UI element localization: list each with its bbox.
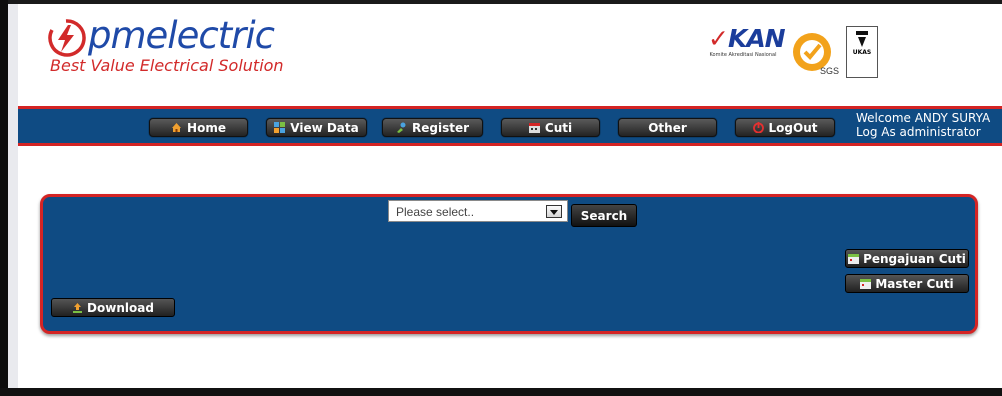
power-icon <box>752 122 764 133</box>
search-button[interactable]: Search <box>571 204 637 227</box>
calendar-icon <box>860 279 872 289</box>
pengajuan-cuti-button[interactable]: Pengajuan Cuti <box>845 249 969 268</box>
window-frame-bottom <box>0 388 1002 396</box>
nav-register-button[interactable]: Register <box>382 118 483 137</box>
ukas-logo: UKAS <box>846 26 878 78</box>
lightning-logo-icon <box>48 19 86 57</box>
welcome-user: Welcome ANDY SURYA <box>856 111 991 125</box>
chevron-down-icon[interactable] <box>546 205 562 218</box>
welcome-text: Welcome ANDY SURYA Log As administrator <box>856 111 990 139</box>
calendar-icon <box>848 254 860 264</box>
nav-cuti-button[interactable]: Cuti <box>501 118 600 137</box>
register-icon <box>396 122 406 133</box>
brand-name: pmelectric <box>88 14 275 57</box>
crown-icon <box>856 31 868 47</box>
certification-logos: ✓KAN Komite Akreditasi Nasional SGS UKAS <box>708 26 878 82</box>
grid-icon <box>274 122 286 133</box>
sgs-logo-icon: SGS <box>793 33 839 76</box>
page-left-gutter <box>8 4 18 388</box>
main-navbar: Home View Data Register Cuti Other LogOu… <box>18 106 1002 146</box>
filter-select[interactable]: Please select.. <box>388 200 568 222</box>
cuti-panel: Please select.. Search Pengajuan Cuti Ma… <box>40 194 978 334</box>
svg-text:SGS: SGS <box>820 66 839 76</box>
nav-logout-button[interactable]: LogOut <box>735 118 835 137</box>
filter-select-value: Please select.. <box>396 205 475 219</box>
brand-tagline: Best Value Electrical Solution <box>50 56 284 75</box>
download-icon <box>73 303 83 313</box>
window-frame-top <box>0 0 1002 4</box>
nav-view-data-button[interactable]: View Data <box>266 118 367 137</box>
calendar-icon <box>528 123 540 133</box>
master-cuti-button[interactable]: Master Cuti <box>845 274 969 293</box>
window-frame-left <box>0 0 8 396</box>
download-button[interactable]: Download <box>51 298 175 317</box>
login-role: Log As administrator <box>856 125 981 139</box>
kan-logo: ✓KAN Komite Akreditasi Nasional <box>708 24 786 59</box>
nav-other-button[interactable]: Other <box>618 118 717 137</box>
nav-home-button[interactable]: Home <box>149 118 248 137</box>
house-icon <box>172 123 182 132</box>
